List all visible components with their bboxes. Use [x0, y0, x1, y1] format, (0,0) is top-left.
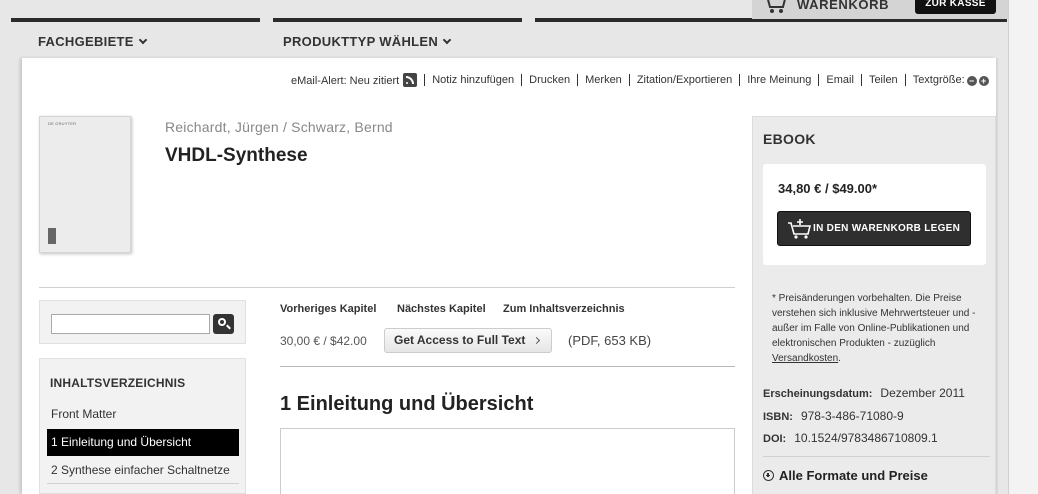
table-of-contents: INHALTSVERZEICHNIS Front Matter 1 Einlei…: [39, 358, 246, 494]
checkout-button[interactable]: ZUR KASSE: [915, 0, 996, 14]
next-chapter-link[interactable]: Nächstes Kapitel: [397, 303, 486, 315]
chevron-right-icon: [532, 336, 541, 345]
page-edge: [1008, 0, 1038, 494]
nav-divider: [11, 18, 260, 22]
add-to-cart-icon: [788, 219, 812, 239]
email-link[interactable]: Email: [818, 74, 861, 86]
footnote-end: .: [838, 353, 841, 364]
all-formats-label: Alle Formate und Preise: [779, 468, 928, 483]
publisher-logo-icon: [48, 228, 56, 244]
price-footnote: * Preisänderungen vorbehalten. Die Preis…: [772, 291, 987, 366]
chevron-down-icon: [138, 35, 148, 45]
rss-icon: [403, 73, 418, 87]
chapter-preview: [280, 428, 735, 494]
meta-label: ISBN:: [763, 411, 793, 423]
nav-label: PRODUKTTYP WÄHLEN: [283, 34, 439, 49]
toc-link[interactable]: Zum Inhaltsverzeichnis: [503, 303, 625, 315]
divider: [280, 366, 735, 367]
chevron-down-icon: [442, 35, 452, 45]
get-access-label: Get Access to Full Text: [394, 333, 526, 347]
meta-value: Dezember 2011: [880, 386, 965, 400]
nav-divider: [273, 18, 522, 22]
cover-publisher: DE GRUYTER: [48, 121, 77, 126]
book-cover[interactable]: DE GRUYTER: [39, 116, 131, 253]
pdf-info: (PDF, 653 KB): [568, 333, 652, 348]
add-note-link[interactable]: Notiz hinzufügen: [424, 74, 521, 86]
share-link[interactable]: Teilen: [860, 74, 905, 86]
meta-value: 10.1524/9783486710809.1: [794, 431, 938, 445]
nav-fachgebiete[interactable]: FACHGEBIETE: [38, 34, 148, 49]
publication-date: Erscheinungsdatum: Dezember 2011: [763, 386, 965, 400]
text-size-label: Textgröße:: [912, 74, 965, 86]
doi: DOI: 10.1524/9783486710809.1: [763, 431, 938, 445]
review-link[interactable]: Ihre Meinung: [739, 74, 818, 86]
ebook-price: 34,80 € / $49.00*: [778, 181, 878, 196]
bookmark-link[interactable]: Merken: [577, 74, 629, 86]
search-panel: [39, 300, 246, 344]
all-formats-link[interactable]: Alle Formate und Preise: [763, 468, 928, 483]
chapter-heading: 1 Einleitung und Übersicht: [280, 393, 534, 415]
isbn: ISBN: 978-3-486-71080-9: [763, 409, 904, 423]
toc-item-chapter-1[interactable]: 1 Einleitung und Übersicht: [47, 429, 239, 456]
footnote-text: * Preisänderungen vorbehalten. Die Preis…: [772, 293, 976, 349]
article-toolbar: eMail-Alert: Neu zitiert Notiz hinzufüge…: [291, 73, 996, 87]
divider: [763, 456, 990, 457]
email-alert-link[interactable]: eMail-Alert: Neu zitiert: [291, 73, 424, 87]
nav-produkttyp[interactable]: PRODUKTTYP WÄHLEN: [283, 34, 452, 49]
print-link[interactable]: Drucken: [521, 74, 577, 86]
increase-text-icon[interactable]: +: [978, 76, 989, 86]
chapter-price: 30,00 € / $42.00: [280, 334, 367, 348]
divider: [39, 287, 735, 288]
search-button[interactable]: [213, 314, 234, 334]
meta-value: 978-3-486-71080-9: [800, 409, 904, 423]
text-size-control: Textgröße: − +: [904, 74, 996, 86]
toc-title: INHALTSVERZEICHNIS: [50, 376, 186, 390]
plus-circle-icon: [763, 470, 774, 481]
meta-label: DOI:: [763, 433, 787, 445]
decrease-text-icon[interactable]: −: [966, 76, 977, 86]
divider: [996, 58, 998, 494]
search-input[interactable]: [51, 314, 210, 334]
book-title: VHDL-Synthese: [165, 145, 308, 166]
toc-item-front-matter[interactable]: Front Matter: [47, 401, 239, 428]
cart-icon[interactable]: [763, 0, 787, 14]
nav-label: FACHGEBIETE: [38, 34, 134, 49]
toc-item-chapter-2[interactable]: 2 Synthese einfacher Schaltnetze: [47, 457, 239, 484]
sidebar-title: EBOOK: [763, 131, 816, 147]
email-alert-label: eMail-Alert: Neu zitiert: [291, 75, 400, 87]
cite-export-link[interactable]: Zitation/Exportieren: [628, 74, 739, 86]
meta-label: Erscheinungsdatum:: [763, 388, 873, 400]
search-icon: [218, 318, 226, 326]
previous-chapter-link[interactable]: Vorheriges Kapitel: [280, 303, 376, 315]
get-access-button[interactable]: Get Access to Full Text: [384, 328, 552, 353]
cart-link[interactable]: WARENKORB: [797, 0, 889, 12]
shipping-costs-link[interactable]: Versandkosten: [772, 353, 838, 364]
book-authors[interactable]: Reichardt, Jürgen / Schwarz, Bernd: [165, 119, 393, 135]
search-icon-handle: [226, 324, 231, 330]
